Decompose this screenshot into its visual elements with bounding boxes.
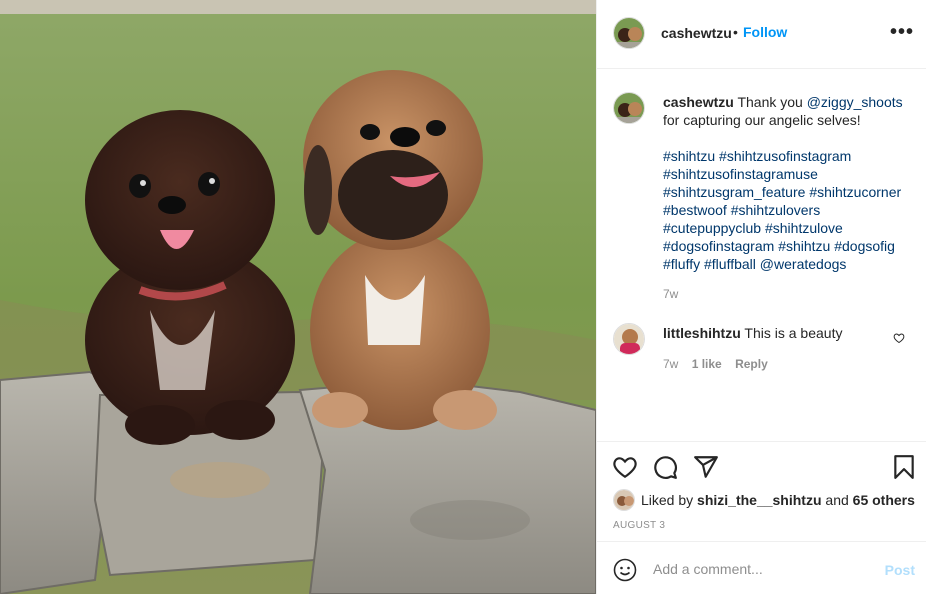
hashtag-link[interactable]: #bestwoof [663,202,727,218]
comment-icon[interactable] [652,454,678,480]
author-username[interactable]: cashewtzu [661,25,732,41]
commenter-username[interactable]: littleshihtzu [663,325,741,341]
dogs-photo-illustration [0,0,596,594]
add-comment-bar: Post [597,541,926,594]
caption-end-mention[interactable]: @weratedogs [760,256,847,272]
commenter-avatar[interactable] [613,323,645,355]
comment-likes-count[interactable]: 1 like [692,357,722,371]
hashtag-link[interactable]: #shihtzusgram_feature [663,184,805,200]
heart-icon[interactable] [612,454,638,480]
reply-button[interactable]: Reply [735,357,768,371]
post-photo[interactable] [0,0,596,594]
hashtag-link[interactable]: #cutepuppyclub [663,220,761,236]
likes-others-link[interactable]: 65 others [853,492,915,508]
hashtag-link[interactable]: #shihtzusofinstagramuse [663,166,818,182]
post-comment-button[interactable]: Post [885,562,915,578]
hashtag-link[interactable]: #shihtzulovers [731,202,821,218]
hashtag-link[interactable]: #fluffball [704,256,756,272]
send-icon[interactable] [693,454,719,480]
hashtag-link[interactable]: #fluffy [663,256,700,272]
caption-text-before: Thank you [737,94,807,110]
author-avatar[interactable] [613,17,645,49]
hashtag-link[interactable]: #dogsofig [834,238,895,254]
comment-text: littleshihtzu This is a beauty [663,325,842,341]
comments-list[interactable]: cashewtzu Thank you @ziggy_shoots for ca… [597,70,926,440]
hashtag-link[interactable]: #shihtzucorner [809,184,901,200]
comment-like-heart-icon[interactable] [893,332,905,344]
post-actions: Liked by shizi_the__shihtzu and 65 other… [597,441,926,541]
hashtag-link[interactable]: #shihtzu [778,238,830,254]
add-comment-input[interactable] [653,557,873,581]
comment-body: This is a beauty [744,325,843,341]
caption-text: cashewtzu Thank you @ziggy_shoots for ca… [663,93,913,273]
caption-mention[interactable]: @ziggy_shoots [807,94,903,110]
liker-username[interactable]: shizi_the__shihtzu [697,492,821,508]
emoji-icon[interactable] [613,558,637,582]
follow-button[interactable]: Follow [743,24,787,40]
caption-hashtags: #shihtzu #shihtzusofinstagram #shihtzuso… [663,147,913,273]
likes-middle: and [821,492,853,508]
liker-avatar[interactable] [613,489,635,511]
likes-prefix: Liked by [641,492,698,508]
caption-username[interactable]: cashewtzu [663,94,734,110]
hashtag-link[interactable]: #shihtzulove [765,220,843,236]
more-options-icon[interactable]: ••• [890,21,914,44]
caption-text-after: for capturing our angelic selves! [663,112,861,128]
post-date[interactable]: AUGUST 3 [613,520,665,531]
comment-meta: 7w 1 like Reply [663,357,778,371]
caption-author-avatar[interactable] [613,92,645,124]
likes-text: Liked by shizi_the__shihtzu and 65 other… [641,492,915,508]
post-header: cashewtzu • Follow ••• [597,0,926,69]
caption-age[interactable]: 7w [663,287,678,301]
hashtag-link[interactable]: #dogsofinstagram [663,238,774,254]
comment-age[interactable]: 7w [663,357,678,371]
likes-summary: Liked by shizi_the__shihtzu and 65 other… [613,489,915,511]
separator-dot: • [733,24,738,40]
hashtag-link[interactable]: #shihtzu [663,148,715,164]
post-details-panel: cashewtzu • Follow ••• cashewtzu Thank y… [596,0,926,594]
hashtag-link[interactable]: #shihtzusofinstagram [719,148,851,164]
bookmark-icon[interactable] [891,454,917,480]
